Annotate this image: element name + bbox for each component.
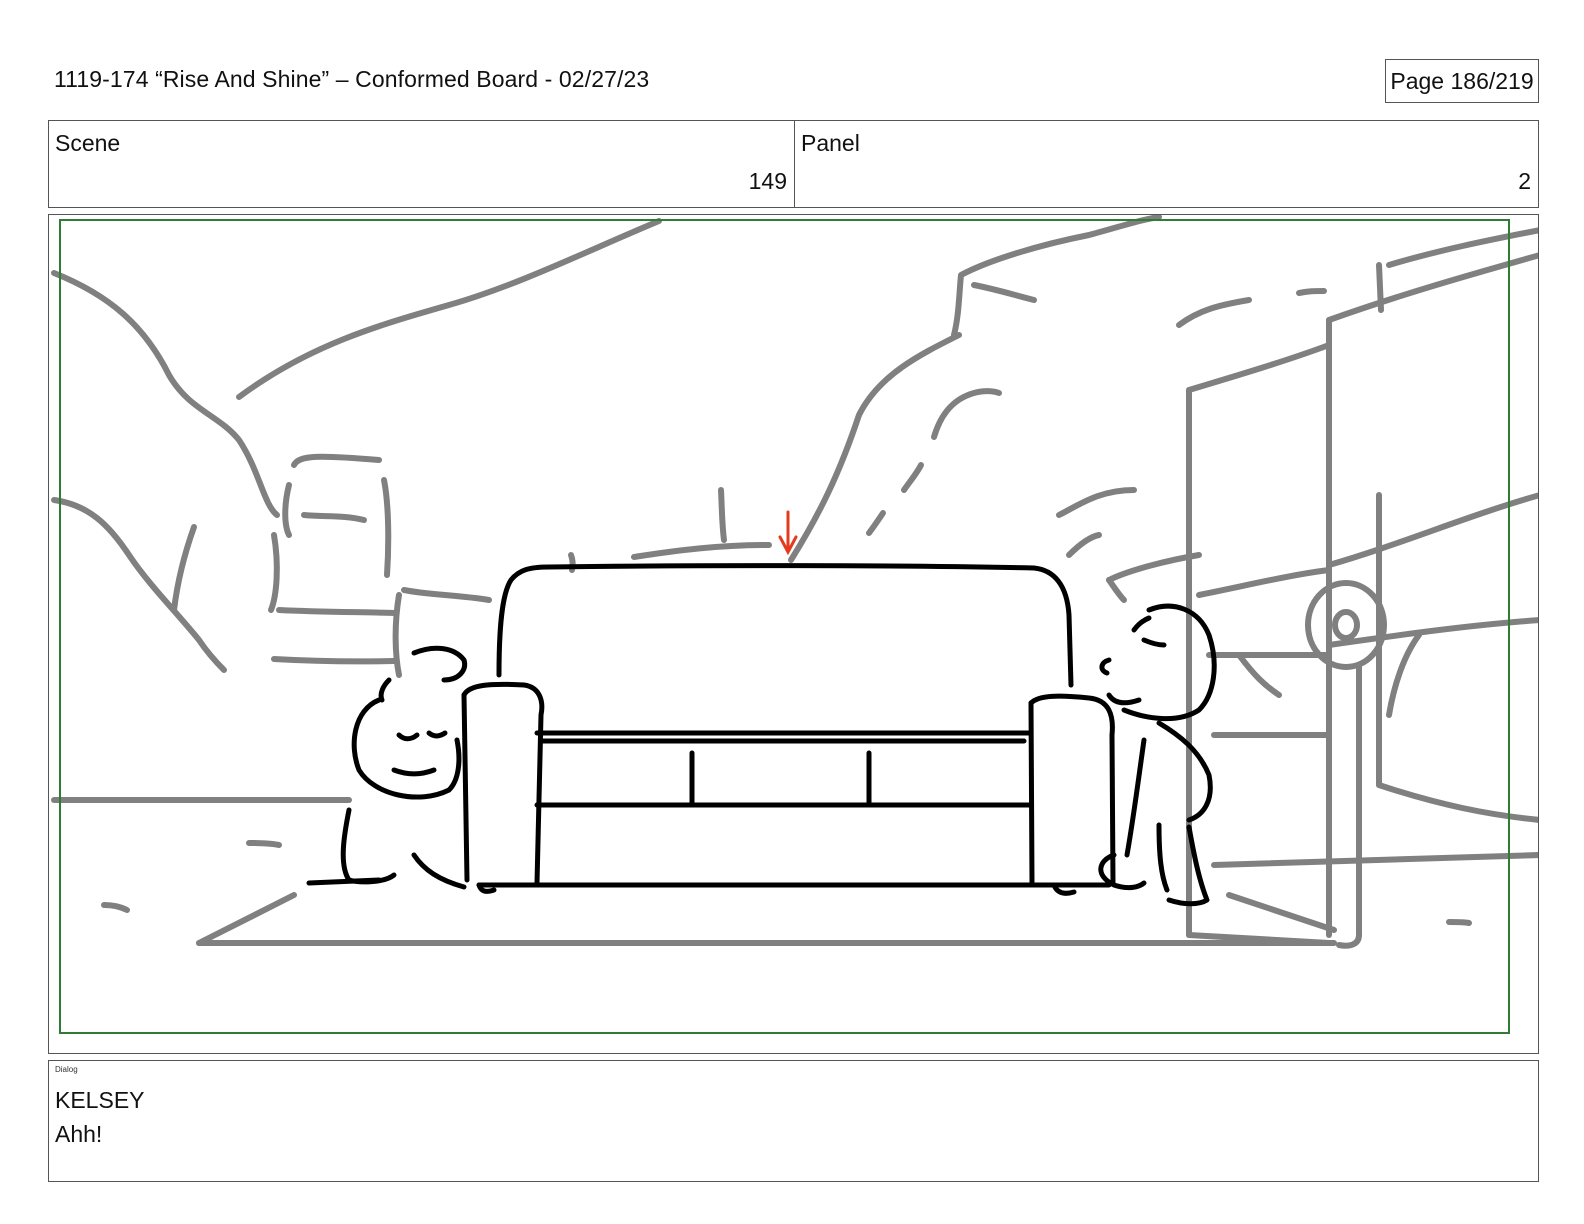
document-title: 1119-174 “Rise And Shine” – Conformed Bo… xyxy=(54,66,650,92)
page-indicator: Page 186/219 xyxy=(1385,59,1539,103)
scene-cell: Scene 149 xyxy=(49,121,795,207)
dialog-character: KELSEY xyxy=(55,1087,145,1113)
panel-cell: Panel 2 xyxy=(795,121,1538,207)
panel-number: 2 xyxy=(1518,168,1531,194)
scene-number: 149 xyxy=(748,168,787,194)
panel-label: Panel xyxy=(801,130,860,156)
dialog-label: Dialog xyxy=(55,1065,78,1074)
foreground-sketch xyxy=(306,563,1217,907)
scene-label: Scene xyxy=(55,130,121,156)
scene-panel-row: Scene 149 Panel 2 xyxy=(48,120,1539,208)
dialog-box: Dialog KELSEY Ahh! xyxy=(48,1060,1539,1182)
storyboard-frame xyxy=(48,214,1539,1054)
storyboard-drawing xyxy=(51,215,1538,1034)
safe-frame xyxy=(59,219,1510,1034)
dialog-line: Ahh! xyxy=(55,1121,103,1147)
background-sketch xyxy=(51,215,1538,949)
direction-arrow-icon xyxy=(778,510,798,556)
